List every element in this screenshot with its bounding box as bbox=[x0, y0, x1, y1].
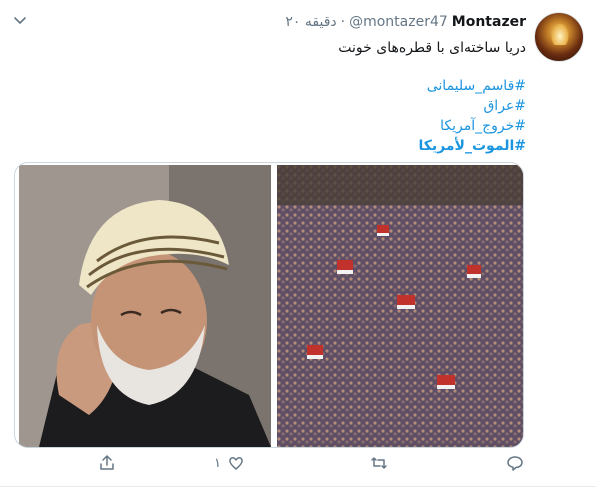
like-count: ۱ bbox=[214, 455, 221, 471]
like-button[interactable]: ۱ bbox=[214, 454, 245, 472]
user-handle[interactable]: @montazer47 bbox=[349, 14, 448, 30]
avatar[interactable] bbox=[534, 12, 584, 62]
reply-icon bbox=[507, 456, 523, 471]
tweet-actions: ۱ bbox=[0, 454, 596, 480]
hashtag-list: #قاسم_سلیمانی #عراق #خروج_آمریکا #الموت_… bbox=[76, 76, 526, 156]
portrait-photo[interactable] bbox=[19, 165, 271, 447]
hashtag-link[interactable]: #عراق bbox=[76, 96, 526, 116]
hashtag-link[interactable]: #الموت_لأمریکا bbox=[76, 136, 526, 156]
reply-button[interactable] bbox=[506, 454, 524, 472]
portrait-illustration bbox=[19, 165, 271, 447]
retweet-icon bbox=[371, 457, 387, 469]
share-icon bbox=[100, 455, 114, 470]
hashtag-link[interactable]: #قاسم_سلیمانی bbox=[76, 76, 526, 96]
retweet-button[interactable] bbox=[370, 454, 388, 472]
crowd-illustration bbox=[277, 165, 523, 447]
tweet-text: دریا ساخته‌ای با قطره‌های خونت bbox=[338, 40, 526, 56]
tweet-card[interactable]: Montazer @montazer47 · ۲۰ دقیقه دریا ساخ… bbox=[0, 0, 596, 487]
separator-dot: · bbox=[340, 14, 346, 30]
tweet-media[interactable] bbox=[14, 162, 524, 448]
tweet-header: Montazer @montazer47 · ۲۰ دقیقه bbox=[285, 12, 526, 32]
tweet-timestamp[interactable]: ۲۰ دقیقه bbox=[285, 14, 336, 30]
crowd-photo[interactable] bbox=[277, 165, 523, 447]
chevron-down-icon[interactable] bbox=[12, 12, 28, 28]
like-icon bbox=[229, 457, 243, 470]
share-button[interactable] bbox=[98, 454, 116, 472]
hashtag-link[interactable]: #خروج_آمریکا bbox=[76, 116, 526, 136]
display-name[interactable]: Montazer bbox=[452, 14, 526, 30]
